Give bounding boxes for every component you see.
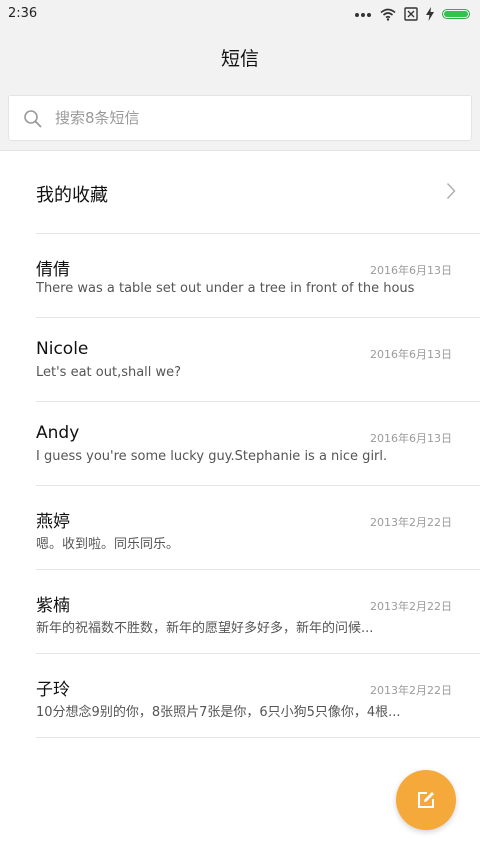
battery-icon — [442, 9, 470, 19]
row-divider — [36, 737, 480, 738]
page-title: 短信 — [220, 47, 259, 70]
no-sim-icon — [404, 7, 418, 21]
search-icon — [24, 110, 42, 128]
search-input[interactable] — [55, 107, 435, 129]
message-preview: There was a table set out under a tree i… — [36, 281, 415, 296]
status-icons — [354, 5, 470, 23]
header: 短信 — [0, 28, 480, 86]
message-preview: 10分想念9别的你，8张照片7张是你，6只小狗5只像你，4根... — [36, 705, 401, 720]
conversation-row[interactable]: Andy 2016年6月13日 I guess you're some luck… — [0, 401, 480, 485]
favorites-row[interactable]: 我的收藏 — [0, 151, 480, 233]
contact-name: 紫楠 — [36, 596, 70, 616]
row-divider — [36, 485, 480, 486]
message-preview: Let's eat out,shall we? — [36, 365, 182, 380]
contact-name: 燕婷 — [36, 512, 70, 532]
row-divider — [36, 401, 480, 402]
message-date: 2013年2月22日 — [370, 684, 452, 697]
row-divider — [36, 653, 480, 654]
more-dots-icon — [354, 5, 372, 24]
message-preview: 新年的祝福数不胜数，新年的愿望好多好多，新年的问候... — [36, 621, 374, 636]
row-divider — [36, 569, 480, 570]
message-preview: 嗯。收到啦。同乐同乐。 — [36, 537, 180, 552]
message-date: 2016年6月13日 — [370, 432, 452, 445]
conversation-row[interactable]: 倩倩 2016年6月13日 There was a table set out … — [0, 233, 480, 317]
message-date: 2013年2月22日 — [370, 516, 452, 529]
status-bar: 2:36 — [0, 0, 480, 28]
contact-name: Nicole — [36, 339, 89, 359]
contact-name: Andy — [36, 423, 80, 443]
contact-name: 倩倩 — [36, 260, 70, 280]
compose-icon — [418, 792, 434, 808]
charging-icon — [426, 7, 434, 21]
row-divider — [36, 233, 480, 234]
compose-button[interactable] — [396, 770, 456, 830]
conversation-row[interactable]: 紫楠 2013年2月22日 新年的祝福数不胜数，新年的愿望好多好多，新年的问候.… — [0, 569, 480, 653]
message-date: 2013年2月22日 — [370, 600, 452, 613]
conversation-row[interactable]: 燕婷 2013年2月22日 嗯。收到啦。同乐同乐。 — [0, 485, 480, 569]
conversation-row[interactable]: Nicole 2016年6月13日 Let's eat out,shall we… — [0, 317, 480, 401]
conversation-row[interactable]: 子玲 2013年2月22日 10分想念9别的你，8张照片7张是你，6只小狗5只像… — [0, 653, 480, 737]
contact-name: 子玲 — [36, 680, 70, 700]
message-date: 2016年6月13日 — [370, 264, 452, 277]
chevron-right-icon — [446, 182, 456, 200]
message-preview: I guess you're some lucky guy.Stephanie … — [36, 449, 388, 464]
row-divider — [36, 317, 480, 318]
search-box[interactable] — [8, 95, 472, 141]
status-time: 2:36 — [8, 6, 38, 21]
favorites-label: 我的收藏 — [36, 185, 108, 206]
wifi-icon — [380, 8, 396, 21]
search-bar — [0, 86, 480, 150]
message-date: 2016年6月13日 — [370, 348, 452, 361]
